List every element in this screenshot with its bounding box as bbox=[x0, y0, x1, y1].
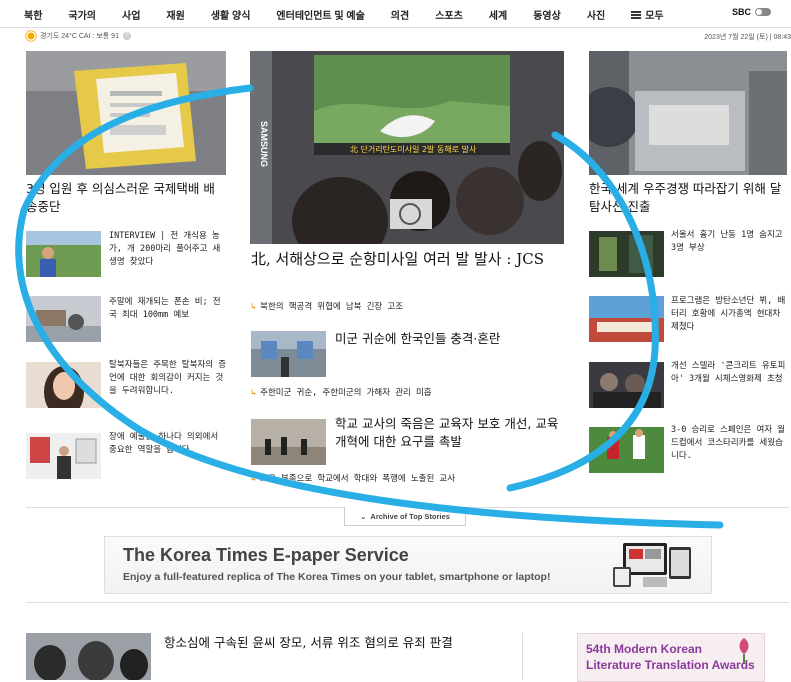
bottom-divider bbox=[522, 633, 523, 680]
left-thumb-1[interactable] bbox=[26, 231, 101, 277]
award-banner[interactable]: 54th Modern Korean Literature Translatio… bbox=[577, 633, 765, 682]
award-line-2: Literature Translation Awards bbox=[586, 658, 755, 672]
right-main-headline[interactable]: 한국 세계 우주경쟁 따라잡기 위해 달 탐사선 진출 bbox=[589, 180, 789, 216]
story3-headline[interactable]: 학교 교사의 죽음은 교육자 보호 개선, 교육 개혁에 대한 요구를 촉발 bbox=[335, 415, 561, 451]
right-thumb-2[interactable] bbox=[589, 296, 664, 342]
right-thumb-3[interactable] bbox=[589, 362, 664, 408]
left-item-3[interactable]: 탈북자들은 주목한 탈북자의 증언에 대한 회의감이 커지는 것을 두려워합니다… bbox=[109, 359, 227, 398]
tv-caption: 北 단거리탄도미사일 2발 동해로 발사 bbox=[350, 144, 477, 154]
epaper-subtitle: Enjoy a full-featured replica of The Kor… bbox=[123, 571, 551, 583]
left-item-4[interactable]: 장애 예술을 하나다 의외에서 중요한 역할을 합니다. bbox=[109, 431, 227, 457]
sbc-label: SBC bbox=[731, 7, 751, 17]
lead-sub-link[interactable]: ↳ 북한의 핵공격 위협에 남북 긴장 고조 bbox=[251, 300, 561, 312]
epaper-banner[interactable]: The Korea Times E-paper Service Enjoy a … bbox=[104, 536, 712, 594]
left-thumb-3[interactable] bbox=[26, 362, 101, 408]
nav-item-lifestyle[interactable]: 생활 양식 bbox=[211, 7, 251, 22]
story3-sub-link[interactable]: ↳ 교육 부족으로 학교에서 학대와 폭행에 노출된 교사 bbox=[251, 472, 561, 484]
nav-all-label: 모두 bbox=[645, 11, 664, 22]
devices-illustration bbox=[613, 543, 691, 587]
top-nav: 북한 국가의 사업 재원 생활 양식 엔터테인먼트 및 예술 의견 스포츠 세계… bbox=[0, 0, 791, 28]
story2-sub-text: 주한미군 귀순, 주한미군의 가해자 관리 미흡 bbox=[260, 388, 432, 398]
story2-photo[interactable] bbox=[251, 331, 326, 377]
story2-headline[interactable]: 미군 귀순에 한국인들 충격·혼란 bbox=[335, 330, 561, 348]
left-main-headline[interactable]: 3명 입원 후 의심스러운 국제택배 배송중단 bbox=[26, 180, 226, 216]
epaper-divider bbox=[26, 602, 789, 603]
toggle-switch-icon bbox=[755, 8, 771, 16]
nav-item-national[interactable]: 국가의 bbox=[68, 7, 96, 22]
nav-item-business[interactable]: 사업 bbox=[122, 7, 140, 22]
right-thumb-1[interactable] bbox=[589, 231, 664, 277]
left-thumb-4[interactable] bbox=[26, 433, 101, 479]
arrow-right-icon: ↳ bbox=[251, 302, 257, 312]
chevron-down-icon: ⌄ bbox=[360, 511, 367, 521]
sun-icon bbox=[27, 32, 35, 40]
right-thumb-4[interactable] bbox=[589, 427, 664, 473]
parcel-illustration bbox=[26, 51, 226, 175]
nav-item-world[interactable]: 세계 bbox=[489, 7, 507, 22]
story3-sub-text: 교육 부족으로 학교에서 학대와 폭행에 노출된 교사 bbox=[260, 474, 456, 484]
nav-item-finance[interactable]: 재원 bbox=[166, 7, 184, 22]
nav-all-button[interactable]: 모두 bbox=[631, 7, 664, 22]
archive-button[interactable]: ⌄ Archive of Top Stories bbox=[344, 507, 466, 526]
flower-icon bbox=[739, 638, 749, 664]
lead-sub-text: 북한의 핵공격 위협에 남북 긴장 고조 bbox=[260, 302, 404, 312]
story2-sub-link[interactable]: ↳ 주한미군 귀순, 주한미군의 가해자 관리 미흡 bbox=[251, 386, 561, 398]
bottom-photo[interactable] bbox=[26, 633, 151, 680]
left-item-2[interactable]: 주말에 재개되는 폰손 비; 전국 최대 100mm 예보 bbox=[109, 296, 227, 322]
left-item-1[interactable]: INTERVIEW | 전 개식용 농가, 개 200마리 풀어주고 새 생명 … bbox=[109, 230, 227, 269]
archive-label: Archive of Top Stories bbox=[370, 511, 450, 521]
nav-item-photos[interactable]: 사진 bbox=[587, 7, 605, 22]
award-line-1: 54th Modern Korean bbox=[586, 642, 703, 656]
story3-photo[interactable] bbox=[251, 419, 326, 465]
current-date: 2023년 7월 22일 (토) | 08:43 bbox=[704, 34, 791, 41]
tv-broadcast-scene: SAMSUNG 北 단거리탄도미사일 2발 동해로 발사 bbox=[250, 51, 564, 244]
nav-item-entertainment[interactable]: 엔터테인먼트 및 예술 bbox=[276, 7, 364, 22]
weather-widget: 경기도 24°C CAI : 보통 91 ? bbox=[26, 31, 131, 41]
lead-photo[interactable]: SAMSUNG 北 단거리탄도미사일 2발 동해로 발사 bbox=[250, 51, 564, 244]
nav-item-video[interactable]: 동영상 bbox=[533, 7, 561, 22]
weather-text: 경기도 24°C CAI : 보통 91 bbox=[40, 33, 119, 40]
arrow-right-icon: ↳ bbox=[251, 388, 257, 398]
right-main-photo[interactable] bbox=[589, 51, 787, 175]
lead-headline[interactable]: 北, 서해상으로 순항미사일 여러 발 발사 : JCS bbox=[251, 248, 561, 270]
right-item-2[interactable]: 프로그램은 방탄소년단 뷔, 배터리 호황에 시가총액 현대차 제쳤다 bbox=[671, 295, 789, 334]
right-item-3[interactable]: 개선 스텔라 '콘크리트 유토피아' 3개월 시체스영화제 초청 bbox=[671, 360, 789, 386]
epaper-title: The Korea Times E-paper Service bbox=[123, 545, 409, 565]
menu-icon bbox=[631, 10, 642, 19]
section-menu: 북한 국가의 사업 재원 생활 양식 엔터테인먼트 및 예술 의견 스포츠 세계… bbox=[24, 7, 690, 22]
help-icon[interactable]: ? bbox=[122, 32, 131, 40]
bottom-headline[interactable]: 항소심에 구속된 윤씨 장모, 서류 위조 혐의로 유죄 판결 bbox=[164, 633, 494, 653]
nav-item-sports[interactable]: 스포츠 bbox=[435, 7, 463, 22]
arrow-right-icon: ↳ bbox=[251, 474, 257, 484]
nav-item-opinion[interactable]: 의견 bbox=[391, 7, 409, 22]
nav-item-north-korea[interactable]: 북한 bbox=[24, 7, 42, 22]
left-main-photo[interactable] bbox=[26, 51, 226, 175]
sbc-toggle[interactable]: SBC bbox=[732, 7, 771, 17]
samsung-sign: SAMSUNG bbox=[259, 121, 269, 167]
left-thumb-2[interactable] bbox=[26, 296, 101, 342]
right-item-1[interactable]: 서울서 흉기 난동 1명 숨지고 3명 부상 bbox=[671, 229, 789, 255]
right-item-4[interactable]: 3-0 승리로 스페인은 여자 월드컵에서 코스타리카를 세웠습니다. bbox=[671, 424, 789, 463]
